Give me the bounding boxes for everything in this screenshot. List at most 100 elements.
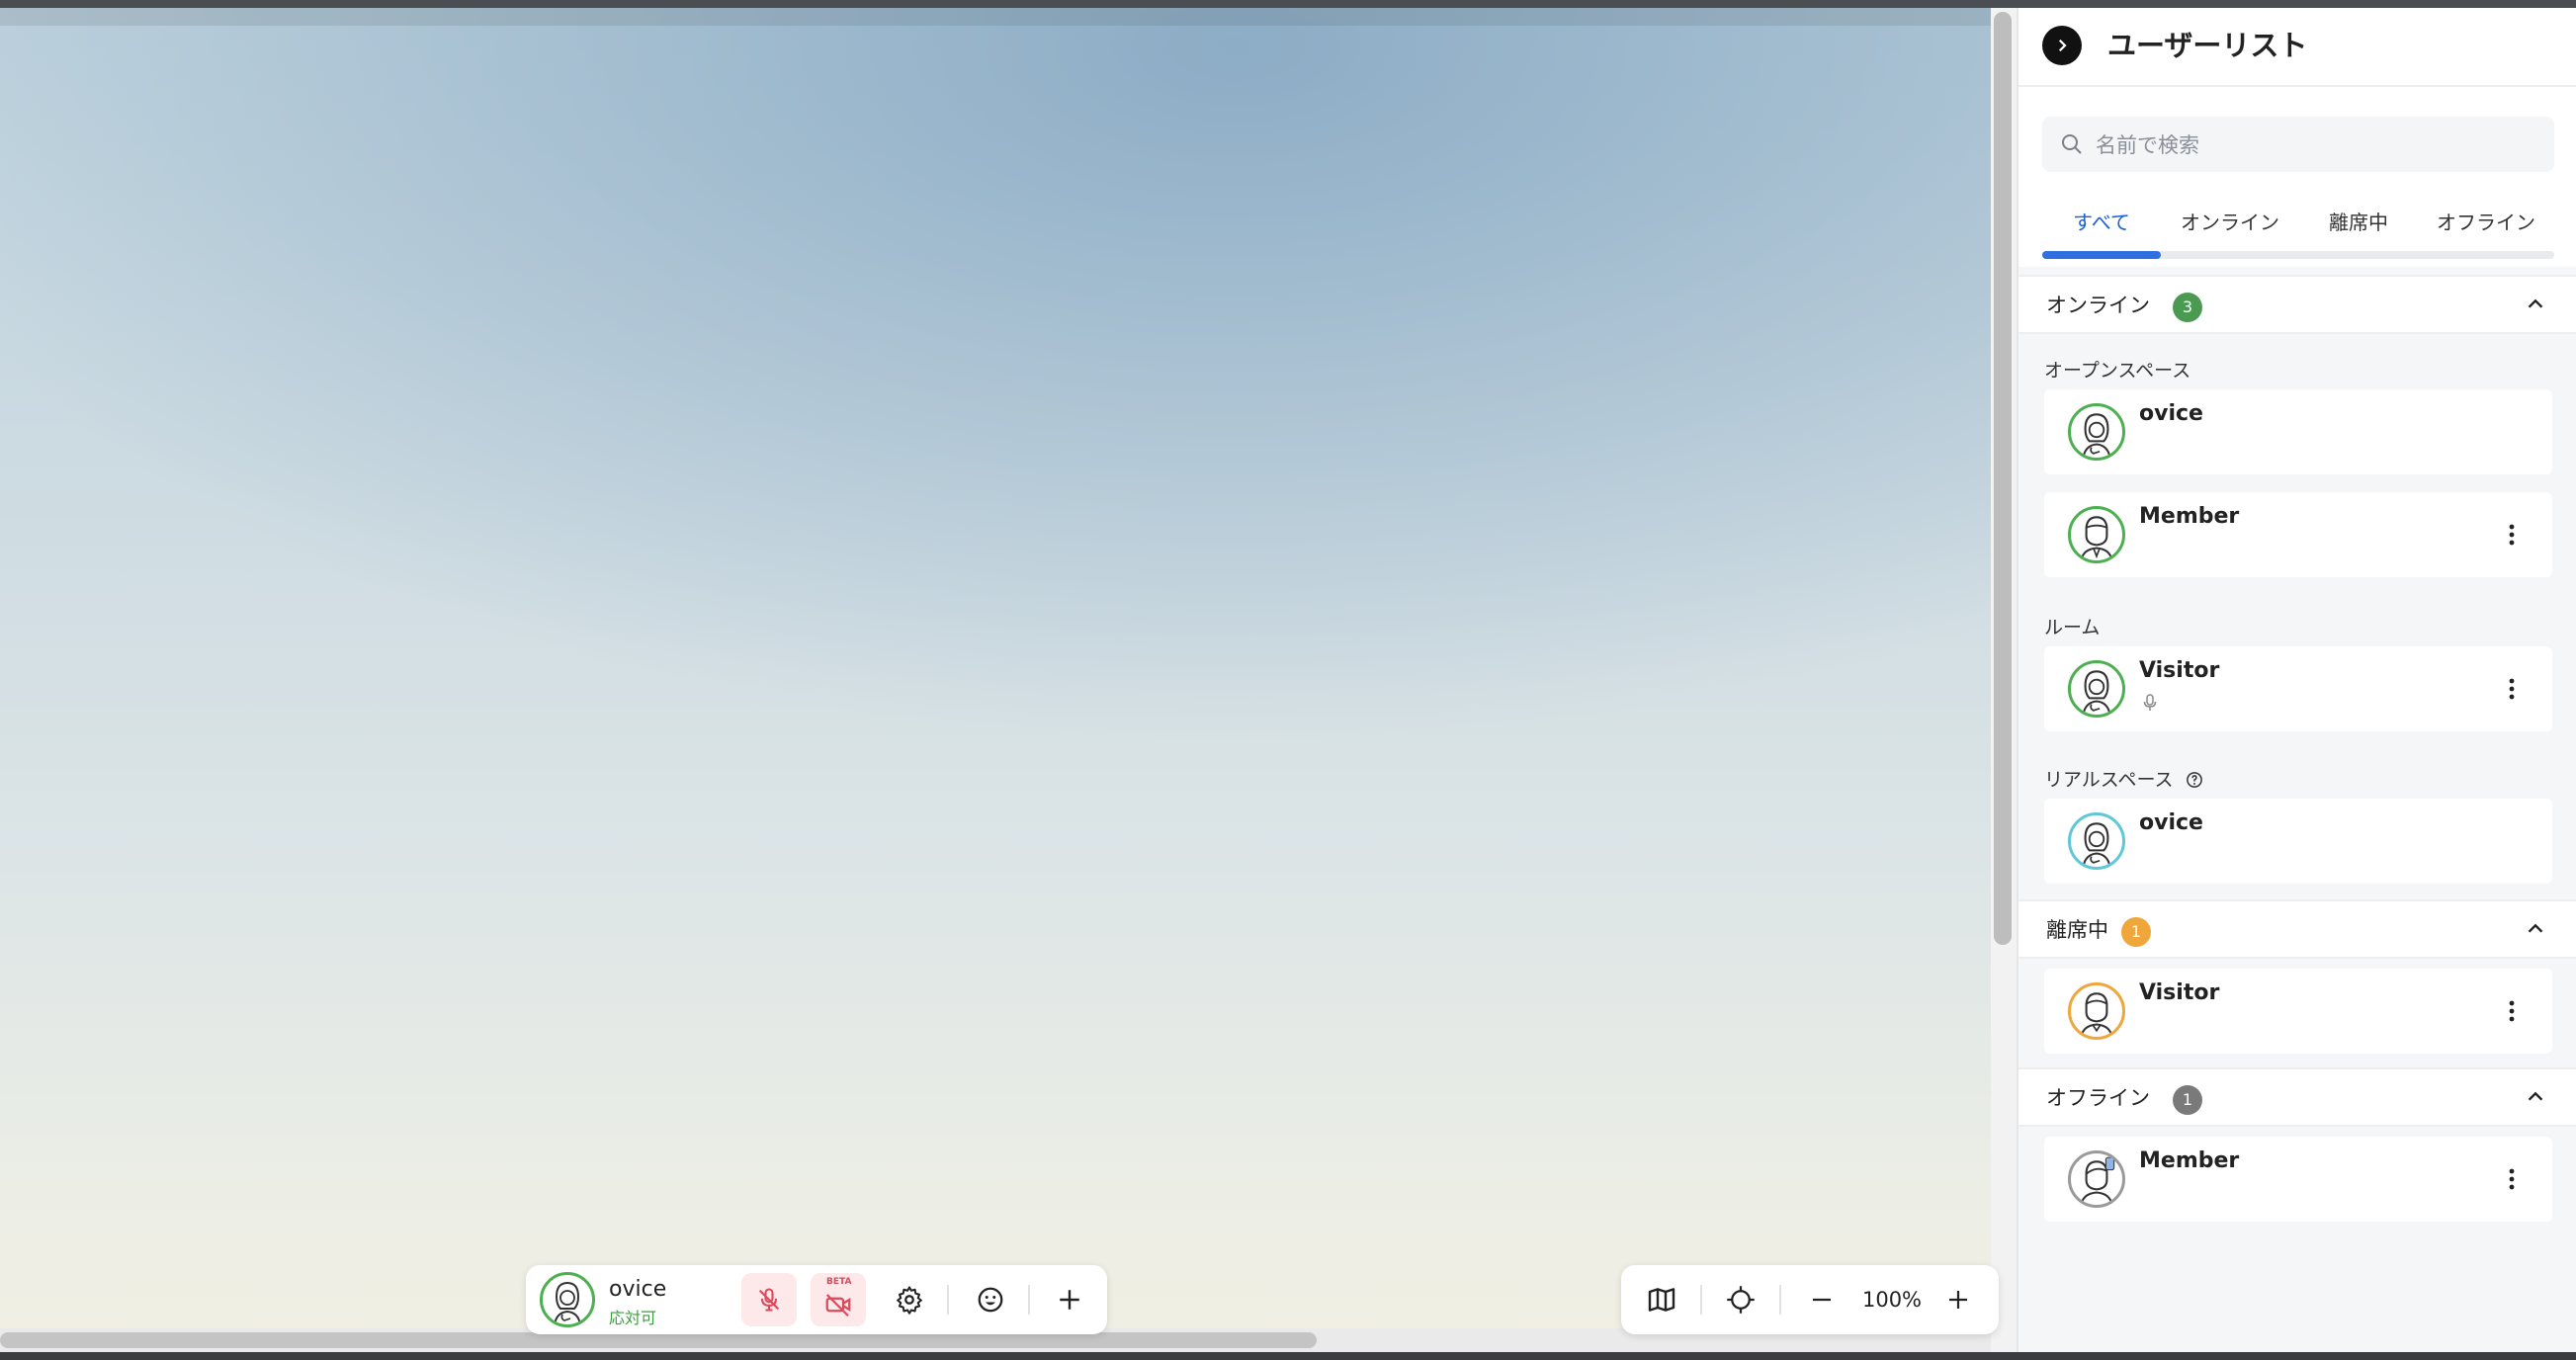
- toolbar-divider: [1779, 1285, 1781, 1315]
- settings-button[interactable]: [882, 1273, 937, 1326]
- filter-tabs: すべて オンライン 離席中 オフライン: [2042, 198, 2554, 257]
- window-bottom-strip: [0, 1352, 2576, 1360]
- recenter-button[interactable]: [1716, 1275, 1765, 1324]
- avatar: [2068, 982, 2125, 1040]
- group-title: オフライン: [2046, 1086, 2150, 1110]
- toolbar-divider: [1700, 1285, 1702, 1315]
- reaction-button[interactable]: [963, 1273, 1018, 1326]
- woman-avatar-icon: [2082, 670, 2111, 715]
- window-top-bar: [0, 0, 2576, 8]
- mic-off-icon: [758, 1288, 780, 1312]
- zoom-level: 100%: [1861, 1288, 1923, 1312]
- add-button[interactable]: [1042, 1273, 1097, 1326]
- group-header-away[interactable]: 離席中 1: [2018, 899, 2576, 959]
- map-icon: [1648, 1288, 1675, 1312]
- away-count-badge: 1: [2121, 917, 2151, 947]
- man-avatar-icon: [2080, 992, 2113, 1037]
- space-canvas[interactable]: [0, 8, 1991, 1352]
- group-title: オンライン: [2046, 294, 2150, 317]
- online-count-badge: 3: [2173, 293, 2202, 322]
- kebab-menu-icon: [2509, 524, 2515, 546]
- search-box: [2042, 117, 2554, 174]
- crosshair-icon: [1727, 1286, 1755, 1314]
- chevron-up-icon: [2528, 923, 2543, 933]
- tab-offline[interactable]: オフライン: [2418, 198, 2554, 247]
- user-card[interactable]: ovice: [2044, 799, 2552, 884]
- active-tab-indicator: [2042, 251, 2161, 259]
- tab-away[interactable]: 離席中: [2299, 198, 2418, 247]
- kebab-menu-icon: [2509, 1000, 2515, 1022]
- zoom-toolbar: 100%: [1621, 1265, 1999, 1334]
- tab-online[interactable]: オンライン: [2161, 198, 2299, 247]
- beta-tag: BETA: [826, 1277, 852, 1287]
- toolbar-divider: [947, 1285, 949, 1315]
- section-label-room: ルーム: [2044, 617, 2101, 638]
- toolbar-divider: [1028, 1285, 1030, 1315]
- user-name: ovice: [2139, 401, 2203, 426]
- avatar: [2068, 506, 2125, 563]
- chevron-up-icon: [2528, 298, 2543, 308]
- avatar: [2068, 1150, 2125, 1208]
- user-name: Visitor: [2139, 980, 2220, 1005]
- tab-all[interactable]: すべて: [2042, 198, 2161, 247]
- kebab-menu-icon: [2509, 678, 2515, 700]
- collapse-panel-button[interactable]: [2042, 26, 2082, 65]
- user-list: オンライン 3 オープンスペース ovice Member ルーム Visito…: [2018, 267, 2576, 1352]
- smiley-icon: [978, 1287, 1003, 1313]
- search-icon: [2062, 134, 2082, 154]
- group-title: 離席中: [2046, 918, 2108, 942]
- user-card[interactable]: Member: [2044, 1137, 2552, 1222]
- avatar: [2068, 660, 2125, 718]
- section-label-text: リアルスペース: [2044, 769, 2174, 791]
- offline-count-badge: 1: [2173, 1085, 2202, 1115]
- minus-icon: [1813, 1298, 1831, 1302]
- plus-icon: [1949, 1291, 1967, 1309]
- mic-icon: [2143, 694, 2157, 711]
- help-icon[interactable]: [2186, 771, 2203, 789]
- avatar: [2068, 812, 2125, 870]
- user-card[interactable]: Visitor: [2044, 969, 2552, 1054]
- my-name: ovice: [609, 1277, 667, 1302]
- woman-avatar-icon: [554, 1281, 581, 1324]
- mic-toggle-button[interactable]: [741, 1273, 797, 1326]
- zoom-in-button[interactable]: [1933, 1275, 1983, 1324]
- camera-toggle-button[interactable]: BETA: [811, 1273, 866, 1326]
- user-card[interactable]: Visitor: [2044, 646, 2552, 731]
- group-header-offline[interactable]: オフライン 1: [2018, 1067, 2576, 1127]
- chevron-up-icon: [2528, 1091, 2543, 1101]
- kebab-menu-icon: [2509, 1168, 2515, 1190]
- more-options-button[interactable]: [2495, 672, 2529, 706]
- search-input[interactable]: [2094, 117, 2542, 174]
- user-card[interactable]: ovice: [2044, 389, 2552, 474]
- plus-icon: [1060, 1290, 1079, 1310]
- section-label-real-space: リアルスペース: [2044, 765, 2203, 792]
- panel-title: ユーザーリスト: [2107, 29, 2308, 62]
- zoom-out-button[interactable]: [1797, 1275, 1846, 1324]
- my-avatar[interactable]: [540, 1272, 595, 1327]
- man-avatar-icon: [2080, 1156, 2115, 1205]
- user-card[interactable]: Member: [2044, 492, 2552, 577]
- user-list-panel: ユーザーリスト すべて オンライン 離席中 オフライン オンライン 3 オープン…: [2017, 8, 2576, 1352]
- horizontal-scrollbar-thumb[interactable]: [0, 1332, 1317, 1348]
- chevron-right-icon: [2058, 39, 2067, 52]
- gear-icon: [897, 1286, 922, 1315]
- user-toolbar: ovice 応対可 BETA: [526, 1265, 1107, 1334]
- user-name: Member: [2139, 1148, 2240, 1173]
- group-header-online[interactable]: オンライン 3: [2018, 275, 2576, 334]
- more-options-button[interactable]: [2495, 994, 2529, 1028]
- user-name: Member: [2139, 504, 2240, 529]
- user-name: ovice: [2139, 810, 2203, 835]
- vertical-scrollbar-thumb[interactable]: [1994, 12, 2012, 945]
- woman-avatar-icon: [2082, 822, 2111, 867]
- more-options-button[interactable]: [2495, 1162, 2529, 1196]
- avatar: [2068, 403, 2125, 461]
- user-name: Visitor: [2139, 658, 2220, 683]
- man-avatar-icon: [2080, 516, 2113, 560]
- my-status[interactable]: 応対可: [609, 1305, 656, 1328]
- woman-avatar-icon: [2082, 413, 2111, 458]
- panel-header: ユーザーリスト: [2018, 8, 2576, 87]
- section-label-open-space: オープンスペース: [2044, 360, 2191, 382]
- more-options-button[interactable]: [2495, 518, 2529, 552]
- minimap-button[interactable]: [1637, 1275, 1686, 1324]
- camera-off-icon: [825, 1294, 851, 1318]
